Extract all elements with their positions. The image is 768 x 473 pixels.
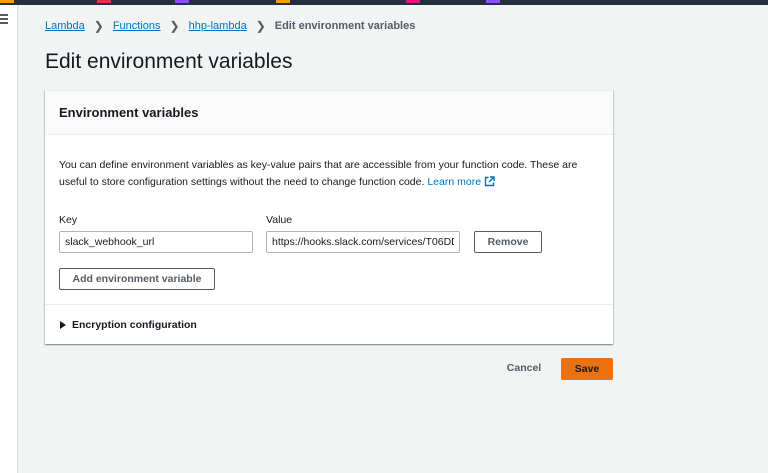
- caret-right-icon: [60, 321, 66, 329]
- encryption-configuration-toggle[interactable]: Encryption configuration: [60, 319, 197, 331]
- value-column-label: Value: [266, 214, 293, 226]
- save-button[interactable]: Save: [561, 358, 613, 380]
- chevron-right-icon: ❯: [169, 18, 180, 33]
- description-text: You can define environment variables as …: [59, 159, 578, 188]
- environment-variables-panel: Environment variables You can define env…: [45, 90, 613, 344]
- favorite-service-icon[interactable]: [486, 0, 500, 3]
- chevron-right-icon: ❯: [93, 18, 104, 33]
- breadcrumb-link-functions[interactable]: Functions: [113, 20, 161, 32]
- encryption-configuration-section: Encryption configuration: [45, 304, 613, 344]
- panel-title: Environment variables: [59, 105, 199, 120]
- external-link-icon[interactable]: [484, 176, 495, 187]
- env-key-input[interactable]: [59, 231, 253, 253]
- encryption-configuration-label: Encryption configuration: [72, 319, 197, 331]
- add-environment-variable-button[interactable]: Add environment variable: [59, 268, 215, 290]
- favorite-service-icon[interactable]: [276, 0, 290, 3]
- favorite-service-icon[interactable]: [175, 0, 189, 3]
- panel-header: Environment variables: [45, 91, 613, 135]
- breadcrumb-link-function[interactable]: hhp-lambda: [189, 20, 247, 32]
- favorite-service-icon[interactable]: [97, 0, 111, 3]
- panel-description: You can define environment variables as …: [59, 157, 607, 191]
- top-navigation-bar: [0, 0, 768, 5]
- key-column-label: Key: [59, 214, 78, 226]
- side-navigation-rail: [0, 5, 18, 473]
- chevron-right-icon: ❯: [255, 18, 266, 33]
- breadcrumb-current: Edit environment variables: [274, 20, 416, 32]
- env-value-input[interactable]: [266, 231, 460, 253]
- remove-variable-button[interactable]: Remove: [474, 231, 542, 253]
- favorite-service-icon[interactable]: [406, 0, 420, 3]
- learn-more-link[interactable]: Learn more: [427, 176, 481, 188]
- breadcrumb-link-lambda[interactable]: Lambda: [45, 20, 85, 32]
- cancel-button[interactable]: Cancel: [501, 362, 547, 378]
- page-title: Edit environment variables: [45, 50, 293, 73]
- favorite-service-icon[interactable]: [0, 0, 14, 3]
- breadcrumb: Lambda ❯ Functions ❯ hhp-lambda ❯ Edit e…: [45, 18, 416, 33]
- hamburger-menu-icon[interactable]: [0, 14, 8, 24]
